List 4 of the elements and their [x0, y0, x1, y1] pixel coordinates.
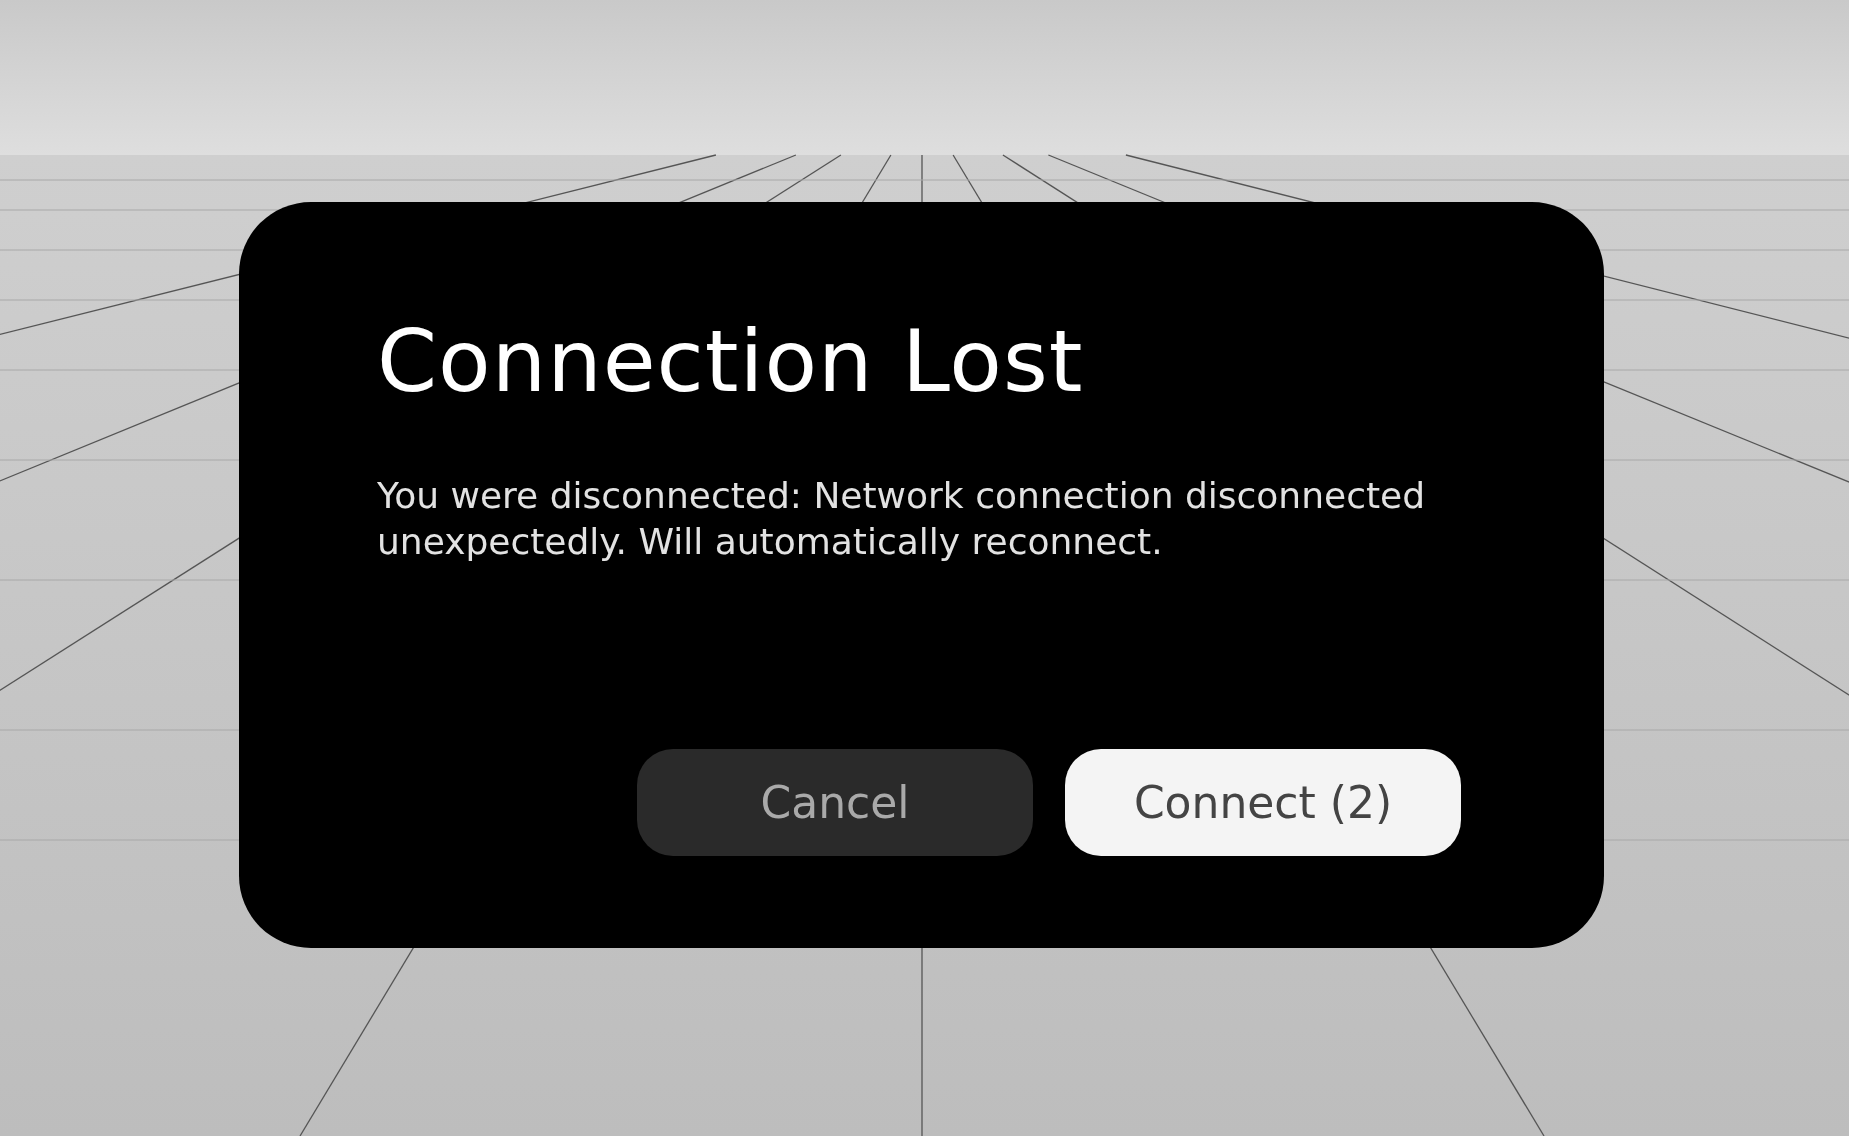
cancel-button[interactable]: Cancel [637, 749, 1033, 856]
dialog-message: You were disconnected: Network connection disconnected unexpectedly. Will automatically reconnect. [377, 474, 1427, 565]
connect-button[interactable]: Connect (2) [1065, 749, 1461, 856]
dialog-title: Connection Lost [377, 310, 1085, 413]
